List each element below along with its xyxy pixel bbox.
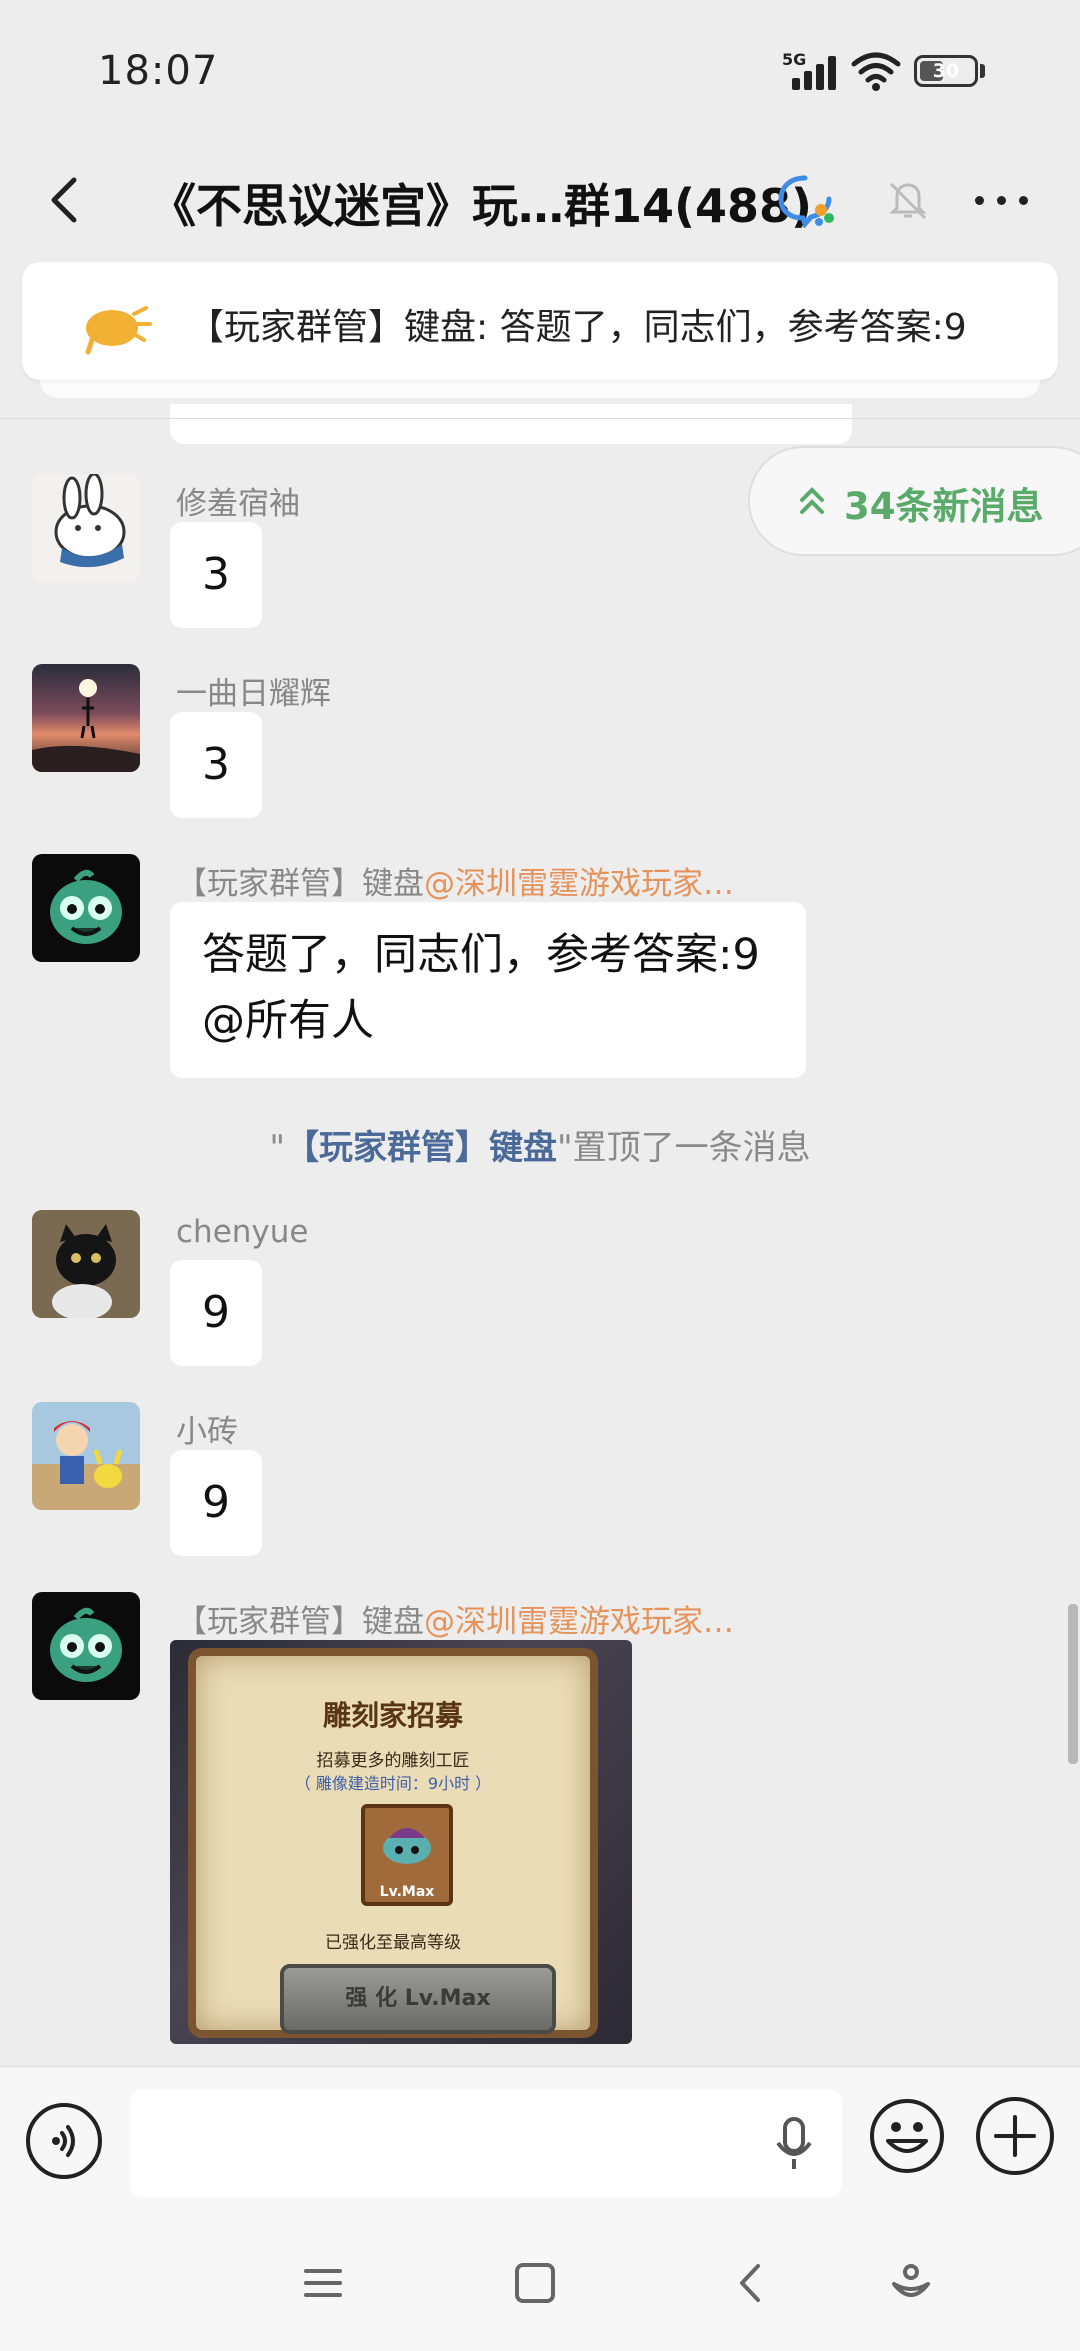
add-attachment-button[interactable] [976, 2097, 1054, 2175]
mention-link[interactable]: @深圳雷霆游戏玩家… [424, 1604, 734, 1640]
cat-avatar-icon [32, 1210, 140, 1318]
unit-portrait: Lv.Max [361, 1804, 453, 1906]
battery-tip [980, 64, 985, 78]
sender-name: chenyue [176, 1214, 309, 1250]
system-notice-text: "置顶了一条消息 [557, 1128, 811, 1168]
battery-level: 30 [932, 60, 960, 82]
system-notice-user[interactable]: 【玩家群管】键盘 [285, 1128, 557, 1168]
back-button[interactable] [38, 168, 98, 232]
ai-assistant-icon[interactable] [775, 172, 837, 228]
chat-header: 《不思议迷宫》玩…群14(488) [0, 140, 1080, 260]
avatar[interactable] [32, 1210, 140, 1318]
quote-open: " [269, 1128, 285, 1168]
sender-name: 【玩家群管】键盘@深圳雷霆游戏玩家… [176, 1596, 734, 1641]
message-bubble[interactable]: 9 [170, 1450, 262, 1556]
system-navigation-bar [0, 2216, 1080, 2351]
megaphone-icon [85, 306, 152, 355]
plus-icon [994, 2115, 1036, 2157]
back-nav-icon[interactable] [726, 2258, 776, 2308]
voice-icon [52, 2125, 75, 2157]
mention-link[interactable]: @深圳雷霆游戏玩家… [424, 866, 734, 902]
message-text-line: 答题了，同志们，参考答案:9 [202, 930, 760, 980]
sender-name: 小砖 [176, 1414, 238, 1450]
avatar[interactable] [32, 1402, 140, 1510]
message-input[interactable] [130, 2089, 842, 2197]
game-panel-build-time: （ 雕像建造时间：9小时 ） [294, 1774, 492, 1793]
avatar[interactable] [32, 474, 140, 582]
menu-icon[interactable] [298, 2258, 348, 2308]
previous-message-bubble[interactable] [170, 404, 852, 444]
unit-level: Lv.Max [379, 1884, 435, 1900]
microphone-icon[interactable] [770, 2115, 818, 2173]
message-bubble[interactable]: 9 [170, 1260, 262, 1366]
message-mention-line: @所有人 [202, 996, 374, 1046]
battery-icon: 30 [914, 55, 978, 87]
message-bubble[interactable]: 3 [170, 522, 262, 628]
avatar[interactable] [32, 1592, 140, 1700]
system-notice: "【玩家群管】键盘"置顶了一条消息 [0, 1120, 1080, 1169]
green-slime-avatar-icon [50, 1607, 122, 1682]
status-bar: 18:07 5G 30 [0, 0, 1080, 140]
sculptor-icon [383, 1828, 431, 1864]
chat-title[interactable]: 《不思议迷宫》玩…群14(488) [150, 170, 812, 236]
sender-name-text: 【玩家群管】键盘 [176, 1604, 424, 1640]
sender-name: 一曲日耀辉 [176, 676, 331, 712]
game-panel: 雕刻家招募 招募更多的雕刻工匠 （ 雕像建造时间：9小时 ） Lv.Max 已强… [188, 1648, 598, 2038]
image-message[interactable]: 雕刻家招募 招募更多的雕刻工匠 （ 雕像建造时间：9小时 ） Lv.Max 已强… [170, 1640, 632, 2044]
green-slime-avatar-icon [50, 869, 122, 944]
sunset-avatar-icon [32, 679, 140, 772]
wifi-icon [851, 52, 901, 91]
bunny-avatar-icon [54, 474, 126, 568]
signal-icon [792, 56, 840, 90]
avatar[interactable] [32, 664, 140, 772]
double-chevron-up-icon [800, 487, 824, 514]
game-panel-status: 已强化至最高等级 [325, 1933, 461, 1953]
new-messages-button[interactable]: 34条新消息 [748, 446, 1080, 556]
home-icon[interactable] [510, 2258, 560, 2308]
pinned-message-bar[interactable]: 【玩家群管】键盘: 答题了，同志们，参考答案:9 [22, 262, 1058, 380]
more-options-button[interactable] [975, 190, 1031, 210]
sender-name-text: 【玩家群管】键盘 [176, 866, 424, 902]
status-time: 18:07 [98, 48, 219, 94]
avatar[interactable] [32, 854, 140, 962]
pinned-message-text: 【玩家群管】键盘: 答题了，同志们，参考答案:9 [188, 307, 967, 348]
emoji-button[interactable] [868, 2097, 946, 2175]
sender-name: 修羞宿袖 [176, 486, 300, 522]
game-panel-subtitle: 招募更多的雕刻工匠 [316, 1751, 470, 1771]
scrollbar[interactable] [1068, 1604, 1078, 1764]
anime-avatar-icon [32, 1421, 140, 1510]
voice-toggle-button[interactable] [26, 2103, 102, 2179]
assistant-icon[interactable] [886, 2258, 936, 2308]
input-bar [0, 2066, 1080, 2216]
sender-name: 【玩家群管】键盘@深圳雷霆游戏玩家… [176, 858, 734, 903]
message-bubble[interactable]: 答题了，同志们，参考答案:9 @所有人 [170, 902, 806, 1078]
upgrade-button: 强 化 Lv.Max [280, 1964, 556, 2034]
header-divider [0, 418, 1080, 419]
message-bubble[interactable]: 3 [170, 712, 262, 818]
mute-icon [889, 182, 927, 220]
new-messages-label: 34条新消息 [844, 485, 1044, 528]
game-panel-title: 雕刻家招募 [322, 1699, 463, 1732]
